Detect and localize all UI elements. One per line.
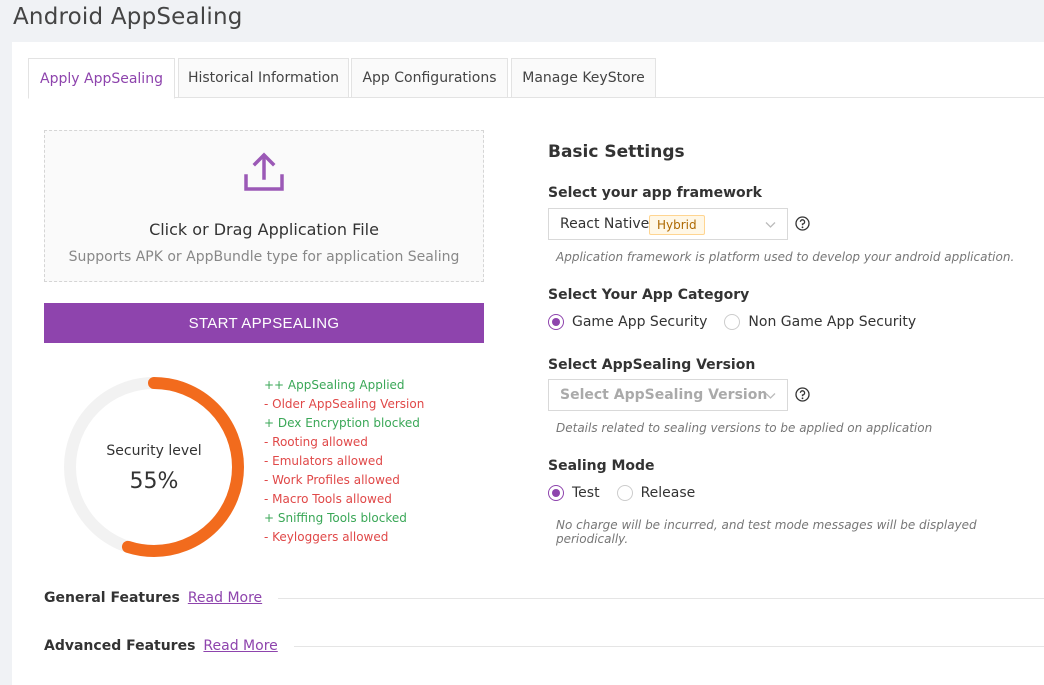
version-select[interactable]: Select AppSealing Version	[548, 379, 788, 411]
upload-subtitle: Supports APK or AppBundle type for appli…	[68, 249, 460, 265]
feature-status-item: - Work Profiles allowed	[264, 473, 400, 487]
feature-status-item: + Sniffing Tools blocked	[264, 511, 407, 525]
sealing-mode-radio-group: Test Release	[548, 485, 712, 501]
framework-hint: Application framework is platform used t…	[556, 250, 1015, 264]
feature-status-item: - Rooting allowed	[264, 435, 368, 449]
feature-status-item: - Older AppSealing Version	[264, 397, 425, 411]
category-non-game-label[interactable]: Non Game App Security	[748, 314, 916, 330]
security-level-value: 55%	[129, 469, 179, 494]
version-hint: Details related to sealing versions to b…	[556, 421, 933, 435]
version-help-icon[interactable]	[795, 387, 810, 402]
general-features-read-more-link[interactable]: Read More	[188, 590, 262, 606]
version-select-placeholder: Select AppSealing Version	[560, 387, 768, 403]
general-features-section: General Features Read More	[44, 590, 1044, 606]
mode-test-label[interactable]: Test	[572, 485, 600, 501]
upload-icon	[244, 152, 284, 191]
tab-manage-keystore[interactable]: Manage KeyStore	[511, 58, 656, 98]
upload-title: Click or Drag Application File	[149, 220, 379, 239]
security-level-label: Security level	[106, 443, 202, 459]
category-game-radio[interactable]	[548, 314, 564, 330]
feature-status-item: - Emulators allowed	[264, 454, 383, 468]
feature-status-list: ++ AppSealing Applied - Older AppSealing…	[264, 376, 424, 547]
tab-app-configurations[interactable]: App Configurations	[351, 58, 508, 98]
chevron-down-icon	[765, 393, 776, 399]
advanced-features-title: Advanced Features	[44, 638, 196, 654]
framework-label: Select your app framework	[548, 185, 762, 201]
category-non-game-radio[interactable]	[724, 314, 741, 330]
section-divider	[278, 597, 1044, 599]
mode-test-radio[interactable]	[548, 485, 564, 501]
framework-type-tag: Hybrid	[649, 215, 705, 235]
page-title: Android AppSealing	[13, 4, 243, 30]
feature-status-item: - Keyloggers allowed	[264, 530, 389, 544]
section-divider	[293, 645, 1044, 647]
advanced-features-section: Advanced Features Read More	[44, 638, 1044, 654]
category-game-label[interactable]: Game App Security	[572, 314, 707, 330]
framework-select-value: React Native	[560, 216, 650, 232]
feature-status-item: ++ AppSealing Applied	[264, 378, 405, 392]
upload-dropzone[interactable]: Click or Drag Application File Supports …	[44, 130, 484, 282]
security-level-gauge	[64, 377, 244, 557]
chevron-down-icon	[765, 222, 776, 228]
start-appsealing-button[interactable]: START APPSEALING	[44, 303, 484, 343]
tab-apply-appsealing[interactable]: Apply AppSealing	[28, 58, 175, 99]
feature-status-item: - Macro Tools allowed	[264, 492, 392, 506]
mode-release-radio[interactable]	[616, 485, 633, 501]
sealing-mode-hint: No charge will be incurred, and test mod…	[556, 518, 977, 546]
framework-help-icon[interactable]	[795, 216, 810, 231]
framework-select[interactable]: React Native Hybrid	[548, 208, 788, 240]
general-features-title: General Features	[44, 590, 180, 606]
basic-settings-title: Basic Settings	[548, 142, 685, 162]
feature-status-item: + Dex Encryption blocked	[264, 416, 420, 430]
tab-bar: Apply AppSealing Historical Information …	[28, 58, 1044, 99]
category-label: Select Your App Category	[548, 287, 750, 303]
mode-release-label[interactable]: Release	[641, 485, 696, 501]
sealing-mode-label: Sealing Mode	[548, 458, 655, 474]
advanced-features-read-more-link[interactable]: Read More	[203, 638, 277, 654]
tab-historical-information[interactable]: Historical Information	[178, 58, 349, 98]
category-radio-group: Game App Security Non Game App Security	[548, 314, 933, 330]
main-card: Apply AppSealing Historical Information …	[12, 42, 1044, 685]
version-label: Select AppSealing Version	[548, 357, 756, 373]
